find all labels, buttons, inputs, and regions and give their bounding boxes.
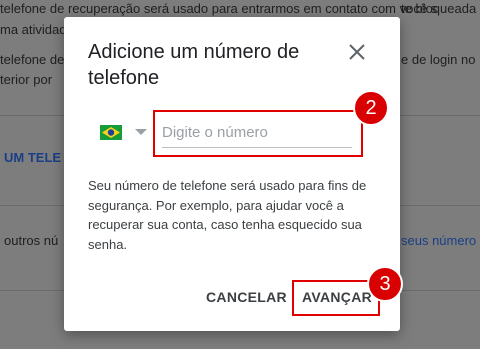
background-text-line: telefone de <box>0 52 65 67</box>
background-text-line: outros nú <box>4 233 59 248</box>
background-text-line: telefone de recuperação será usado para … <box>0 1 438 16</box>
step-badge: 3 <box>367 266 403 302</box>
background-text-line: terior por <box>0 72 53 87</box>
add-phone-dialog: Adicione um número de telefone Seu númer… <box>64 17 403 331</box>
cancel-button[interactable]: CANCELAR <box>206 289 287 305</box>
background-link[interactable]: seus número <box>401 233 476 248</box>
background-text-line: ma atividade <box>0 22 74 37</box>
highlight-box-input <box>153 110 363 157</box>
chevron-down-icon[interactable] <box>135 129 147 135</box>
step-badge: 2 <box>353 90 389 126</box>
background-text-line: te bloqueada <box>401 1 477 16</box>
brazil-flag-icon[interactable] <box>100 125 122 140</box>
close-icon[interactable] <box>346 41 368 63</box>
dialog-description: Seu número de telefone será usado para f… <box>88 178 367 252</box>
dialog-title: Adicione um número de telefone <box>88 41 300 89</box>
background-text-line: e de login no <box>401 52 476 67</box>
background-link[interactable]: UM TELE <box>4 150 61 165</box>
